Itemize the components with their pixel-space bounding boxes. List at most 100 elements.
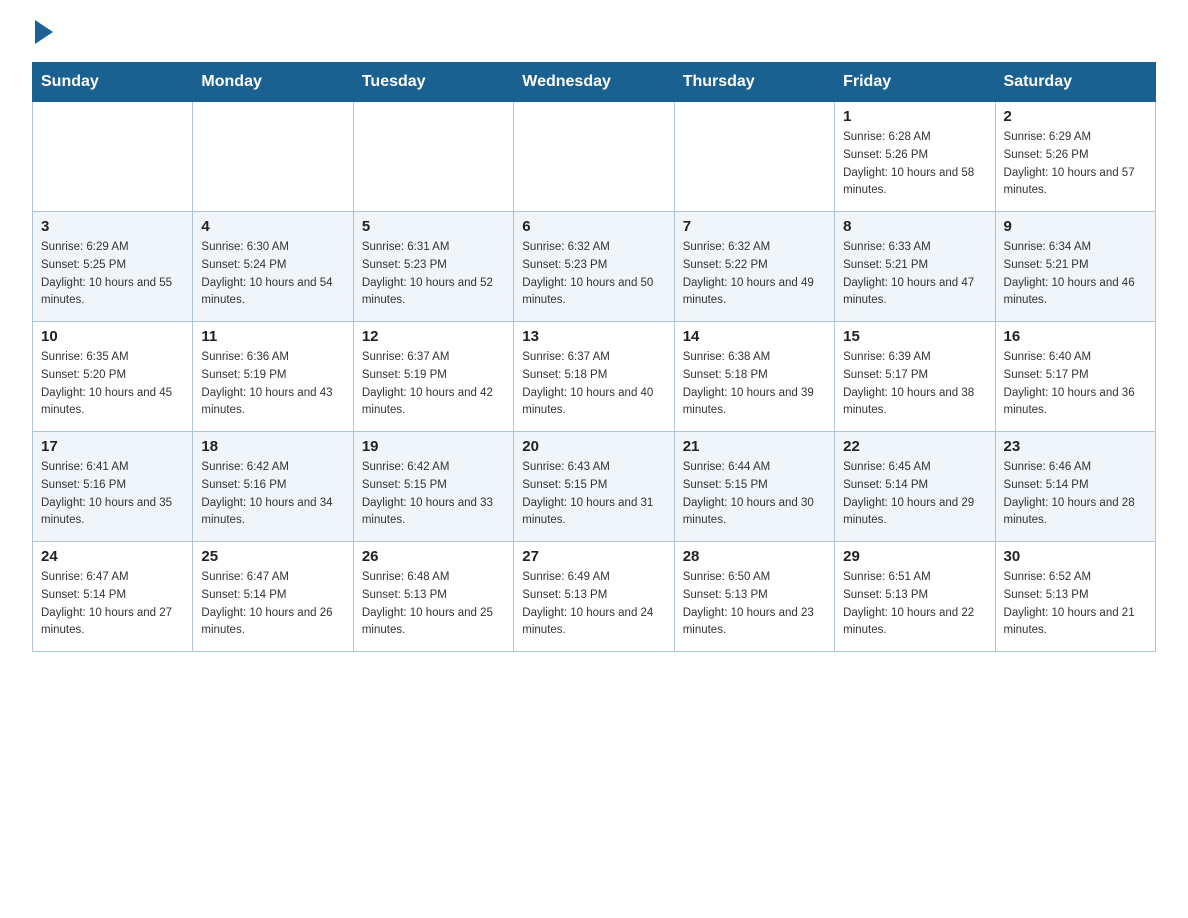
day-detail: Sunrise: 6:38 AM Sunset: 5:18 PM Dayligh… [683, 349, 826, 420]
calendar-cell: 7 Sunrise: 6:32 AM Sunset: 5:22 PM Daylig… [674, 212, 834, 322]
day-detail: Sunrise: 6:32 AM Sunset: 5:23 PM Dayligh… [522, 239, 665, 310]
calendar-cell: 5 Sunrise: 6:31 AM Sunset: 5:23 PM Daylig… [353, 212, 513, 322]
calendar-cell: 8Sunrise: 6:33 AM Sunset: 5:21 PM Daylig… [835, 212, 995, 322]
calendar-cell [674, 102, 834, 212]
day-number: 13 [522, 328, 665, 345]
calendar-cell: 13 Sunrise: 6:37 AM Sunset: 5:18 PM Dayli… [514, 322, 674, 432]
day-number: 27 [522, 548, 665, 565]
calendar-cell [193, 102, 353, 212]
calendar-cell: 23 Sunrise: 6:46 AM Sunset: 5:14 PM Dayli… [995, 432, 1155, 542]
calendar-cell: 24 Sunrise: 6:47 AM Sunset: 5:14 PM Dayli… [33, 542, 193, 652]
day-number: 24 [41, 548, 184, 565]
day-number: 3 [41, 218, 184, 235]
day-number: 2 [1004, 108, 1147, 125]
weekday-header-wednesday: Wednesday [514, 63, 674, 102]
calendar-cell: 22 Sunrise: 6:45 AM Sunset: 5:14 PM Dayli… [835, 432, 995, 542]
calendar-cell: 19 Sunrise: 6:42 AM Sunset: 5:15 PM Dayli… [353, 432, 513, 542]
day-number: 11 [201, 328, 344, 345]
day-detail: Sunrise: 6:47 AM Sunset: 5:14 PM Dayligh… [41, 569, 184, 640]
calendar-cell: 1Sunrise: 6:28 AM Sunset: 5:26 PM Daylig… [835, 102, 995, 212]
day-detail: Sunrise: 6:49 AM Sunset: 5:13 PM Dayligh… [522, 569, 665, 640]
day-number: 28 [683, 548, 826, 565]
calendar-cell [514, 102, 674, 212]
day-number: 16 [1004, 328, 1147, 345]
calendar-cell: 21 Sunrise: 6:44 AM Sunset: 5:15 PM Dayli… [674, 432, 834, 542]
weekday-header-monday: Monday [193, 63, 353, 102]
calendar-cell: 28 Sunrise: 6:50 AM Sunset: 5:13 PM Dayli… [674, 542, 834, 652]
weekday-header-friday: Friday [835, 63, 995, 102]
day-number: 29 [843, 548, 986, 565]
calendar-table: SundayMondayTuesdayWednesdayThursdayFrid… [32, 62, 1156, 652]
day-detail: Sunrise: 6:35 AM Sunset: 5:20 PM Dayligh… [41, 349, 184, 420]
calendar-cell: 26 Sunrise: 6:48 AM Sunset: 5:13 PM Dayli… [353, 542, 513, 652]
day-number: 18 [201, 438, 344, 455]
page-header [32, 24, 1156, 44]
weekday-header-thursday: Thursday [674, 63, 834, 102]
calendar-cell: 3 Sunrise: 6:29 AM Sunset: 5:25 PM Daylig… [33, 212, 193, 322]
day-number: 15 [843, 328, 986, 345]
day-detail: Sunrise: 6:31 AM Sunset: 5:23 PM Dayligh… [362, 239, 505, 310]
calendar-cell [33, 102, 193, 212]
calendar-cell: 30Sunrise: 6:52 AM Sunset: 5:13 PM Dayli… [995, 542, 1155, 652]
weekday-header-sunday: Sunday [33, 63, 193, 102]
day-detail: Sunrise: 6:34 AM Sunset: 5:21 PM Dayligh… [1004, 239, 1147, 310]
day-detail: Sunrise: 6:42 AM Sunset: 5:15 PM Dayligh… [362, 459, 505, 530]
day-detail: Sunrise: 6:50 AM Sunset: 5:13 PM Dayligh… [683, 569, 826, 640]
day-number: 17 [41, 438, 184, 455]
calendar-cell: 29 Sunrise: 6:51 AM Sunset: 5:13 PM Dayli… [835, 542, 995, 652]
day-detail: Sunrise: 6:37 AM Sunset: 5:18 PM Dayligh… [522, 349, 665, 420]
day-number: 5 [362, 218, 505, 235]
day-number: 1 [843, 108, 986, 125]
day-number: 23 [1004, 438, 1147, 455]
logo [32, 24, 53, 44]
calendar-cell: 15 Sunrise: 6:39 AM Sunset: 5:17 PM Dayli… [835, 322, 995, 432]
day-number: 10 [41, 328, 184, 345]
calendar-cell: 12 Sunrise: 6:37 AM Sunset: 5:19 PM Dayli… [353, 322, 513, 432]
day-number: 9 [1004, 218, 1147, 235]
day-number: 25 [201, 548, 344, 565]
calendar-cell: 4Sunrise: 6:30 AM Sunset: 5:24 PM Daylig… [193, 212, 353, 322]
calendar-cell: 11 Sunrise: 6:36 AM Sunset: 5:19 PM Dayli… [193, 322, 353, 432]
day-number: 14 [683, 328, 826, 345]
day-detail: Sunrise: 6:48 AM Sunset: 5:13 PM Dayligh… [362, 569, 505, 640]
day-detail: Sunrise: 6:29 AM Sunset: 5:25 PM Dayligh… [41, 239, 184, 310]
day-detail: Sunrise: 6:47 AM Sunset: 5:14 PM Dayligh… [201, 569, 344, 640]
day-detail: Sunrise: 6:45 AM Sunset: 5:14 PM Dayligh… [843, 459, 986, 530]
day-detail: Sunrise: 6:32 AM Sunset: 5:22 PM Dayligh… [683, 239, 826, 310]
day-detail: Sunrise: 6:39 AM Sunset: 5:17 PM Dayligh… [843, 349, 986, 420]
calendar-cell: 25 Sunrise: 6:47 AM Sunset: 5:14 PM Dayli… [193, 542, 353, 652]
calendar-week-5: 24 Sunrise: 6:47 AM Sunset: 5:14 PM Dayli… [33, 542, 1156, 652]
calendar-week-2: 3 Sunrise: 6:29 AM Sunset: 5:25 PM Daylig… [33, 212, 1156, 322]
calendar-cell: 9 Sunrise: 6:34 AM Sunset: 5:21 PM Daylig… [995, 212, 1155, 322]
day-detail: Sunrise: 6:42 AM Sunset: 5:16 PM Dayligh… [201, 459, 344, 530]
day-detail: Sunrise: 6:30 AM Sunset: 5:24 PM Dayligh… [201, 239, 344, 310]
day-number: 7 [683, 218, 826, 235]
day-number: 21 [683, 438, 826, 455]
day-detail: Sunrise: 6:51 AM Sunset: 5:13 PM Dayligh… [843, 569, 986, 640]
weekday-header-tuesday: Tuesday [353, 63, 513, 102]
day-detail: Sunrise: 6:46 AM Sunset: 5:14 PM Dayligh… [1004, 459, 1147, 530]
day-number: 6 [522, 218, 665, 235]
day-number: 20 [522, 438, 665, 455]
day-number: 19 [362, 438, 505, 455]
calendar-cell: 2 Sunrise: 6:29 AM Sunset: 5:26 PM Daylig… [995, 102, 1155, 212]
day-detail: Sunrise: 6:40 AM Sunset: 5:17 PM Dayligh… [1004, 349, 1147, 420]
day-detail: Sunrise: 6:36 AM Sunset: 5:19 PM Dayligh… [201, 349, 344, 420]
day-number: 26 [362, 548, 505, 565]
day-detail: Sunrise: 6:44 AM Sunset: 5:15 PM Dayligh… [683, 459, 826, 530]
calendar-cell: 16 Sunrise: 6:40 AM Sunset: 5:17 PM Dayli… [995, 322, 1155, 432]
day-detail: Sunrise: 6:52 AM Sunset: 5:13 PM Dayligh… [1004, 569, 1147, 640]
calendar-cell [353, 102, 513, 212]
day-detail: Sunrise: 6:37 AM Sunset: 5:19 PM Dayligh… [362, 349, 505, 420]
calendar-cell: 18 Sunrise: 6:42 AM Sunset: 5:16 PM Dayli… [193, 432, 353, 542]
calendar-cell: 27 Sunrise: 6:49 AM Sunset: 5:13 PM Dayli… [514, 542, 674, 652]
day-number: 12 [362, 328, 505, 345]
day-detail: Sunrise: 6:43 AM Sunset: 5:15 PM Dayligh… [522, 459, 665, 530]
calendar-cell: 20 Sunrise: 6:43 AM Sunset: 5:15 PM Dayli… [514, 432, 674, 542]
day-detail: Sunrise: 6:29 AM Sunset: 5:26 PM Dayligh… [1004, 129, 1147, 200]
day-number: 8 [843, 218, 986, 235]
calendar-cell: 17Sunrise: 6:41 AM Sunset: 5:16 PM Dayli… [33, 432, 193, 542]
calendar-week-4: 17Sunrise: 6:41 AM Sunset: 5:16 PM Dayli… [33, 432, 1156, 542]
calendar-cell: 10 Sunrise: 6:35 AM Sunset: 5:20 PM Dayli… [33, 322, 193, 432]
day-number: 22 [843, 438, 986, 455]
